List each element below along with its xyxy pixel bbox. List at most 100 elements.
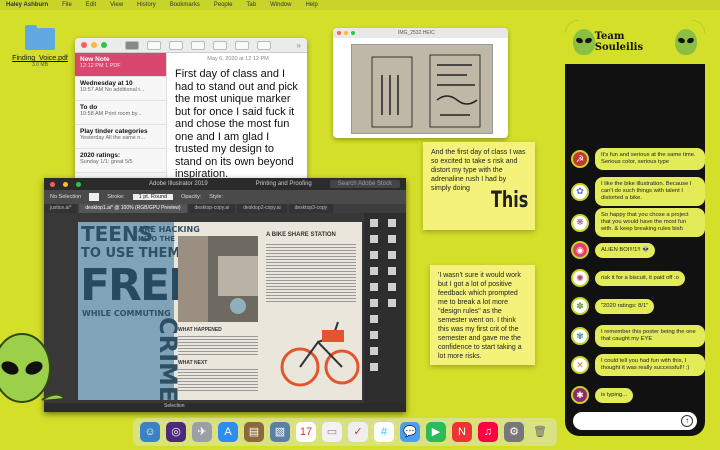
note-editor[interactable]: May 6, 2020 at 12:12 PM First day of cla… <box>175 56 301 184</box>
gallery-view-icon[interactable] <box>147 40 161 50</box>
finder-icon[interactable]: ☺ <box>140 422 160 442</box>
close-button[interactable] <box>81 42 87 48</box>
menu-help[interactable]: Help <box>305 2 317 8</box>
poster-body-text <box>178 334 258 356</box>
note-item[interactable]: Play tinder categories Yesterday All the… <box>75 125 166 149</box>
siri-icon[interactable]: ◎ <box>166 422 186 442</box>
note-item[interactable]: 2020 ratings: Sunday 1/1: great 5/5 <box>75 149 166 173</box>
tool-icons[interactable] <box>364 213 406 393</box>
note-item[interactable]: Wednesday at 10 10:57 AM No additional t… <box>75 77 166 101</box>
note-body[interactable]: First day of class and I had to stand ou… <box>175 68 301 181</box>
selection-label: No Selection <box>50 194 82 200</box>
poster-heading: WHAT HAPPENED <box>178 327 222 333</box>
stroke-select[interactable]: 1 pt. Round <box>132 194 174 200</box>
facetime-icon[interactable]: ▶ <box>426 422 446 442</box>
news-icon[interactable]: N <box>452 422 472 442</box>
avatar: ◉ <box>571 241 589 259</box>
note-time: 10:58 AM <box>80 111 104 117</box>
zoom-button[interactable] <box>101 42 107 48</box>
reminders-icon[interactable]: ✓ <box>348 422 368 442</box>
music-icon[interactable]: ♫ <box>478 422 498 442</box>
menu-history[interactable]: History <box>137 2 156 8</box>
close-button[interactable] <box>337 31 341 35</box>
avatar: ✾ <box>571 327 589 345</box>
sketch-drawing <box>371 54 481 128</box>
menu-bar: Haley Ashburn File Edit View History Boo… <box>0 0 720 10</box>
avatar: ☭ <box>571 150 589 168</box>
style-label[interactable]: Style: <box>209 194 223 200</box>
messages-icon[interactable]: 💬 <box>400 422 420 442</box>
sketch-image <box>351 44 493 134</box>
slack-icon[interactable]: # <box>374 422 394 442</box>
minimize-button[interactable] <box>63 181 68 187</box>
lock-icon[interactable] <box>235 40 249 50</box>
note-item[interactable]: To do 10:58 AM Print room by... <box>75 101 166 125</box>
note-title: 2020 ratings: <box>80 152 121 159</box>
menu-app-name[interactable]: Haley Ashburn <box>6 2 48 8</box>
photos-icon[interactable]: ▧ <box>270 422 290 442</box>
tools-panel <box>364 213 406 403</box>
desktop-file-name: Finding_Voice.pdf <box>12 55 68 62</box>
search-stock-input[interactable]: Search Adobe Stock <box>329 180 400 188</box>
illustrator-window: Adobe Illustrator 2019 Printing and Proo… <box>44 178 406 412</box>
tab-document[interactable]: desktop2-copy.ai <box>237 204 287 213</box>
zoom-button[interactable] <box>351 31 355 35</box>
message-input[interactable]: ↑ <box>573 412 697 430</box>
chevron-right-icon[interactable]: » <box>297 41 301 50</box>
close-button[interactable] <box>50 181 55 187</box>
menu-people[interactable]: People <box>214 2 233 8</box>
menu-view[interactable]: View <box>110 2 123 8</box>
launchpad-icon[interactable]: ✈ <box>192 422 212 442</box>
preview-window: IMG_2532.HEIC <box>333 28 508 138</box>
tab-document-active[interactable]: desktop1.ai* @ 100% (RGB/GPU Preview) <box>79 204 187 213</box>
tab-document[interactable]: justice.ai* <box>44 204 78 213</box>
workspace-switcher[interactable]: Printing and Proofing <box>256 181 312 187</box>
minimize-button[interactable] <box>91 42 97 48</box>
note-preview: No additional t... <box>104 87 145 93</box>
note-preview: 1/1: great 5/5 <box>100 159 133 165</box>
chat-message: ✺ risk it for a biscuit, it paid off :o <box>571 269 685 287</box>
settings-icon[interactable]: ⚙ <box>504 422 524 442</box>
note-item[interactable]: New Note 12:12 PM 1 PDF <box>75 53 166 77</box>
send-icon[interactable]: ↑ <box>681 415 693 427</box>
note-time: Sunday <box>80 159 99 165</box>
menu-bookmarks[interactable]: Bookmarks <box>170 2 200 8</box>
desktop-file[interactable]: Finding_Voice.pdf 3.0 MB <box>10 25 70 68</box>
sticky-note[interactable]: 'I wasn't sure it would work but I got a… <box>430 265 535 365</box>
menu-file[interactable]: File <box>62 2 72 8</box>
message-bubble: risk it for a biscuit, it paid off :o <box>595 270 685 286</box>
folder-icon <box>25 25 55 50</box>
poster-heading: WHAT NEXT <box>178 360 208 366</box>
contacts-icon[interactable]: ▤ <box>244 422 264 442</box>
trash-icon[interactable]: 🗑 <box>530 422 550 442</box>
tab-document[interactable]: desktop-copy.ai <box>188 204 236 213</box>
chat-message: ◉ ALIEN BOI!!!1!! 👽 <box>571 241 656 259</box>
menu-tab[interactable]: Tab <box>246 2 256 8</box>
sticky-note-text: 'I wasn't sure it would work but I got a… <box>438 272 522 360</box>
zoom-button[interactable] <box>76 181 81 187</box>
message-bubble: I remember this poster being the one tha… <box>595 325 705 347</box>
app-store-icon[interactable]: A <box>218 422 238 442</box>
attachments-icon[interactable] <box>169 40 183 50</box>
trash-icon[interactable] <box>191 40 205 50</box>
fill-swatch[interactable] <box>89 193 100 201</box>
menu-window[interactable]: Window <box>270 2 291 8</box>
poster-body-text <box>266 242 356 302</box>
compose-icon[interactable] <box>213 40 227 50</box>
minimize-button[interactable] <box>344 31 348 35</box>
calendar-icon[interactable]: 17 <box>296 422 316 442</box>
artboard[interactable]: TEENS ARE HACKING INTO THE BIKES TO USE … <box>78 222 362 400</box>
chat-header: Team Souleilis <box>565 20 705 64</box>
sticky-note[interactable]: And the first day of class I was so exci… <box>423 142 535 230</box>
note-preview: All the same n... <box>105 135 145 141</box>
notes-icon[interactable]: ▭ <box>322 422 342 442</box>
menu-edit[interactable]: Edit <box>86 2 96 8</box>
alien-icon <box>573 29 595 55</box>
tab-document[interactable]: desktop3-copy <box>288 204 334 213</box>
share-icon[interactable] <box>257 40 271 50</box>
opacity-label[interactable]: Opacity: <box>181 194 201 200</box>
avatar: ✱ <box>571 386 589 404</box>
sticky-note-big-word: This <box>491 186 529 213</box>
preview-toolbar: IMG_2532.HEIC <box>333 28 508 38</box>
list-view-icon[interactable] <box>125 40 139 50</box>
